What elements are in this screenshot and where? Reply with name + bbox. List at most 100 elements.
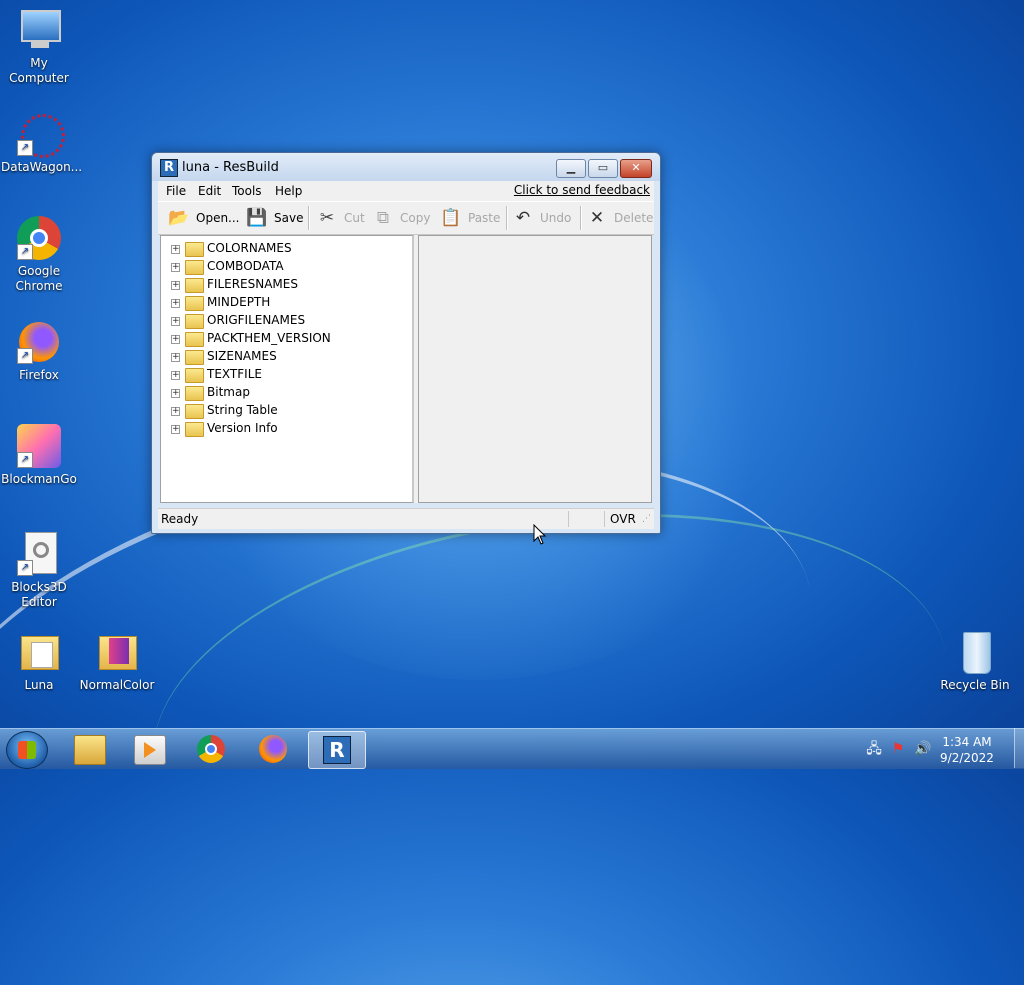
- save-disk-icon: 💾: [246, 208, 268, 228]
- maximize-button[interactable]: ▭: [588, 159, 618, 178]
- shortcut-arrow-icon: ↗: [17, 452, 33, 468]
- content-area: + COLORNAMES + COMBODATA + FILERESNAMES + MI…: [160, 235, 652, 503]
- close-icon: ✕: [631, 161, 641, 174]
- chrome-icon: [197, 735, 225, 763]
- toolbar: 📂 Open... 💾 Save ✂ Cut ⧉ Copy 📋 Paste ↶ …: [158, 201, 654, 235]
- desktop-icon-luna[interactable]: Luna: [1, 630, 77, 693]
- scissors-icon: ✂: [319, 208, 335, 228]
- desktop-icon-label: Recycle Bin: [940, 678, 1010, 692]
- overwrite-mode-indicator: OVR: [610, 512, 636, 526]
- feedback-link[interactable]: Click to send feedback: [514, 183, 650, 197]
- open-button[interactable]: 📂 Open...: [168, 207, 240, 229]
- expand-plus-icon[interactable]: +: [171, 263, 180, 272]
- folder-icon: [185, 404, 204, 419]
- system-clock[interactable]: 1:34 AM 9/2/2022: [936, 734, 998, 766]
- menu-help[interactable]: Help: [275, 184, 302, 198]
- show-desktop-button[interactable]: [1014, 728, 1024, 768]
- desktop-icon-blockmango[interactable]: ↗ BlockmanGo: [1, 424, 77, 487]
- taskbar-resbuild-button[interactable]: R: [308, 731, 366, 769]
- expand-plus-icon[interactable]: +: [171, 281, 180, 290]
- chrome-icon: ↗: [17, 216, 61, 260]
- expand-plus-icon[interactable]: +: [171, 245, 180, 254]
- expand-plus-icon[interactable]: +: [171, 317, 180, 326]
- copy-label: Copy: [400, 211, 431, 225]
- taskbar-media-player-button[interactable]: [122, 731, 178, 767]
- taskbar-firefox-button[interactable]: [246, 731, 302, 767]
- desktop-icon-google-chrome[interactable]: ↗ Google Chrome: [1, 216, 77, 294]
- blockmango-icon: ↗: [17, 424, 61, 468]
- folder-icon: [17, 630, 61, 674]
- shortcut-arrow-icon: ↗: [17, 348, 33, 364]
- status-bar: Ready OVR ⋰: [158, 508, 654, 529]
- desktop-icon-label: NormalColor: [79, 678, 155, 692]
- volume-icon[interactable]: 🔊: [914, 741, 931, 757]
- expand-plus-icon[interactable]: +: [171, 299, 180, 308]
- delete-button[interactable]: ✕ Delete: [586, 207, 654, 229]
- action-center-flag-icon[interactable]: ⚑: [890, 741, 906, 757]
- expand-plus-icon[interactable]: +: [171, 425, 180, 434]
- clipboard-icon: 📋: [440, 208, 462, 228]
- paste-label: Paste: [468, 211, 501, 225]
- firefox-icon: ↗: [17, 320, 61, 364]
- taskbar-explorer-button[interactable]: [62, 731, 118, 767]
- desktop-icon-firefox[interactable]: ↗ Firefox: [1, 320, 77, 383]
- desktop-icon-label: DataWagon...: [1, 160, 83, 174]
- title-bar[interactable]: R luna - ResBuild ▁ ▭ ✕: [152, 153, 660, 181]
- save-button[interactable]: 💾 Save: [246, 207, 303, 229]
- datawagon-icon: ↗: [17, 112, 65, 158]
- status-divider: [568, 511, 569, 527]
- desktop-icon-normalcolor[interactable]: NormalColor: [79, 630, 155, 693]
- folder-icon: [185, 242, 204, 257]
- file-explorer-icon: [74, 735, 106, 765]
- expand-plus-icon[interactable]: +: [171, 371, 180, 380]
- expand-plus-icon[interactable]: +: [171, 353, 180, 362]
- minimize-button[interactable]: ▁: [556, 159, 586, 178]
- expand-plus-icon[interactable]: +: [171, 335, 180, 344]
- open-folder-icon: 📂: [168, 208, 190, 228]
- desktop-icon-blocks3d-editor[interactable]: ↗ Blocks3D Editor: [1, 532, 77, 610]
- undo-button[interactable]: ↶ Undo: [512, 207, 574, 229]
- taskbar-chrome-button[interactable]: [184, 731, 240, 767]
- tree-node-label: COLORNAMES: [207, 241, 292, 255]
- tree-node-label: MINDEPTH: [207, 295, 271, 309]
- menu-edit[interactable]: Edit: [198, 184, 221, 198]
- open-label: Open...: [196, 211, 240, 225]
- desktop-icon-recycle-bin[interactable]: Recycle Bin: [937, 630, 1013, 693]
- app-icon: R: [160, 159, 178, 177]
- close-button[interactable]: ✕: [620, 159, 652, 178]
- desktop-icon-datawagon[interactable]: ↗ DataWagon...: [1, 112, 83, 175]
- folder-icon: [185, 386, 204, 401]
- paste-button[interactable]: 📋 Paste: [440, 207, 502, 229]
- start-button[interactable]: [6, 731, 48, 769]
- tree-node-label: Version Info: [207, 421, 278, 435]
- folder-icon: [95, 630, 139, 674]
- expand-plus-icon[interactable]: +: [171, 389, 180, 398]
- desktop-icon-my-computer[interactable]: My Computer: [1, 8, 77, 86]
- desktop-icon-label: Blocks3D Editor: [11, 580, 67, 609]
- tree-node-label: TEXTFILE: [207, 367, 262, 381]
- menu-bar: File Edit Tools Help Click to send feedb…: [158, 181, 654, 201]
- shortcut-arrow-icon: ↗: [17, 140, 33, 156]
- clock-date: 9/2/2022: [940, 751, 994, 765]
- copy-button[interactable]: ⧉ Copy: [372, 207, 432, 229]
- network-icon[interactable]: 🖧: [866, 741, 882, 757]
- folder-icon: [185, 260, 204, 275]
- resbuild-window[interactable]: R luna - ResBuild ▁ ▭ ✕ File Edit Tools …: [151, 152, 661, 534]
- resize-grip-icon[interactable]: ⋰: [642, 514, 651, 524]
- toolbar-separator: [506, 206, 508, 230]
- recycle-bin-icon: [953, 630, 997, 674]
- tree-node-label: Bitmap: [207, 385, 250, 399]
- folder-icon: [185, 368, 204, 383]
- mouse-cursor-icon: [533, 524, 547, 545]
- detail-pane[interactable]: [418, 235, 652, 503]
- media-player-icon: [134, 735, 166, 765]
- copy-icon: ⧉: [376, 208, 390, 228]
- tree-node-label: COMBODATA: [207, 259, 284, 273]
- expand-plus-icon[interactable]: +: [171, 407, 180, 416]
- resource-tree[interactable]: + COLORNAMES + COMBODATA + FILERESNAMES + MI…: [160, 235, 414, 503]
- cut-button[interactable]: ✂ Cut: [316, 207, 368, 229]
- desktop-icon-label: BlockmanGo: [1, 472, 77, 486]
- tree-node-label: String Table: [207, 403, 278, 417]
- menu-tools[interactable]: Tools: [232, 184, 262, 198]
- menu-file[interactable]: File: [166, 184, 186, 198]
